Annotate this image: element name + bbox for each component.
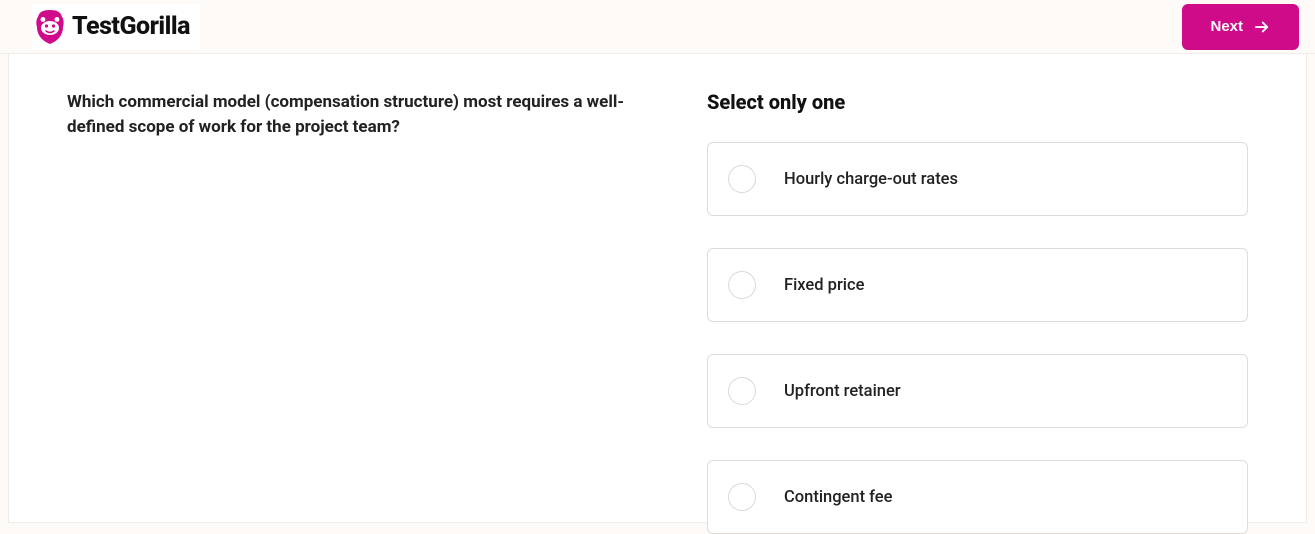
question-column: Which commercial model (compensation str… <box>67 90 657 522</box>
radio-icon <box>728 165 756 193</box>
next-button-label: Next <box>1210 18 1243 35</box>
radio-icon <box>728 271 756 299</box>
answers-column: Select only one Hourly charge-out rates … <box>707 90 1248 522</box>
answer-option-label: Contingent fee <box>784 488 892 507</box>
next-button[interactable]: Next <box>1182 4 1299 50</box>
answer-option[interactable]: Upfront retainer <box>707 354 1248 428</box>
radio-icon <box>728 377 756 405</box>
answer-option-label: Upfront retainer <box>784 382 901 401</box>
answer-option[interactable]: Hourly charge-out rates <box>707 142 1248 216</box>
question-prompt: Which commercial model (compensation str… <box>67 90 657 139</box>
brand-logo: TestGorilla <box>32 4 200 50</box>
answer-option[interactable]: Fixed price <box>707 248 1248 322</box>
brand-name: TestGorilla <box>72 12 190 41</box>
gorilla-icon <box>34 9 66 45</box>
arrow-right-icon <box>1253 18 1271 36</box>
answer-option-label: Fixed price <box>784 276 864 295</box>
radio-icon <box>728 483 756 511</box>
answer-instruction: Select only one <box>707 90 1248 114</box>
answer-option-label: Hourly charge-out rates <box>784 170 958 189</box>
app-header: TestGorilla Next <box>0 0 1315 54</box>
question-card: Which commercial model (compensation str… <box>8 54 1307 523</box>
